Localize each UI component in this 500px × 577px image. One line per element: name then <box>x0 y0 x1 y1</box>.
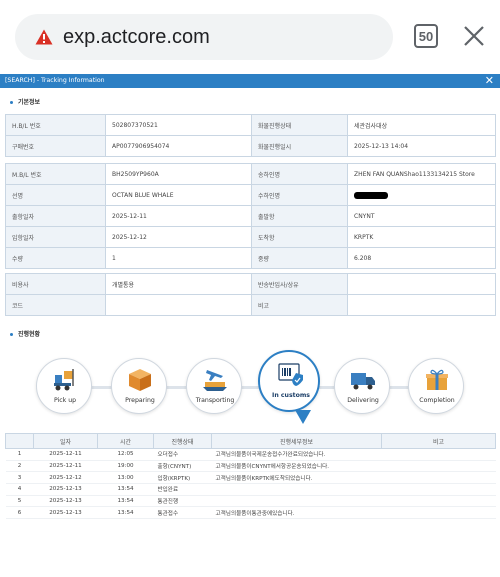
table-row: 2 2025-12-11 19:00 출항(CNYNT) 고객님의물품이CNYN… <box>5 460 496 473</box>
table-row: 수량 1 중량 6.208 <box>5 247 496 269</box>
tab-switcher-button[interactable]: 50 <box>414 24 438 48</box>
step-preparing: Preparing <box>111 358 167 414</box>
redacted-block <box>354 191 388 199</box>
step-transporting: Transporting <box>186 358 242 414</box>
popup-title-bar: [SEARCH] - Tracking Information ✕ <box>0 74 500 88</box>
step-label: In customs <box>272 392 310 399</box>
table-row: 선명 OCTAN BLUE WHALE 수하인명 <box>5 184 496 206</box>
tracking-table: 일자 시간 진행상태 진행세부정보 비고 1 2025-12-11 12:05 … <box>5 433 496 520</box>
table-row: 3 2025-12-12 13:00 입항(KRPTK) 고객님의물품이KRPT… <box>5 471 496 485</box>
step-completion: Completion <box>408 358 464 414</box>
info-table-2: M.B/L 번호 BH2509YP960A 송하인명 ZHEN FAN QUAN… <box>5 163 496 269</box>
url-text[interactable]: exp.actcore.com <box>63 26 210 49</box>
plane-ship-icon <box>203 370 227 391</box>
table-row: 5 2025-12-13 13:54 통관진행 <box>5 495 496 508</box>
bullet-icon <box>10 333 13 336</box>
close-icon[interactable] <box>462 24 486 48</box>
step-label: Delivering <box>347 397 379 404</box>
step-label: Pick up <box>53 397 77 404</box>
table-header-row: 일자 시간 진행상태 진행세부정보 비고 <box>5 433 496 449</box>
current-step-pin-icon <box>295 410 311 424</box>
table-row: 4 2025-12-13 13:54 반입완료 <box>5 483 496 496</box>
gift-icon <box>426 369 448 390</box>
info-table-1: H.B/L 번호 502807370521 화물진행상태 세관검사대상 구매번호… <box>5 114 496 157</box>
address-bar[interactable]: exp.actcore.com <box>15 14 393 60</box>
table-row: 6 2025-12-13 13:54 통관접수 고객님의물품이통관중에있습니다. <box>5 506 496 520</box>
table-row: 구매번호 AP0077906954074 화물진행일시 2025-12-13 1… <box>5 135 496 157</box>
info-table-3: 비용사 개별통용 반송반입사/상유 코드 비고 <box>5 273 496 316</box>
table-row: 입항일자 2025-12-12 도착항 KRPTK <box>5 226 496 248</box>
customs-document-icon <box>278 363 303 386</box>
table-row: 코드 비고 <box>5 294 496 316</box>
section-title-progress: 진행현황 <box>10 329 40 338</box>
table-row: 비용사 개별통용 반송반입사/상유 <box>5 273 496 295</box>
section-title-basic: 기본정보 <box>10 97 40 106</box>
browser-toolbar: exp.actcore.com 50 <box>0 0 500 72</box>
step-in-customs: In customs <box>258 350 320 412</box>
forklift-icon <box>54 369 74 391</box>
step-label: Transporting <box>195 397 235 404</box>
truck-icon <box>351 373 375 390</box>
bullet-icon <box>10 101 13 104</box>
table-row: 1 2025-12-11 12:05 오더접수 고객님의물품이국제운송접수가완료… <box>5 448 496 461</box>
not-secure-warning-icon[interactable] <box>35 29 53 45</box>
table-row: 출항일자 2025-12-11 출발항 CNYNT <box>5 205 496 227</box>
popup-title: [SEARCH] - Tracking Information <box>5 77 105 84</box>
step-label: Preparing <box>125 397 155 404</box>
table-row: H.B/L 번호 502807370521 화물진행상태 세관검사대상 <box>5 114 496 136</box>
step-delivering: Delivering <box>334 358 390 414</box>
table-row: M.B/L 번호 BH2509YP960A 송하인명 ZHEN FAN QUAN… <box>5 163 496 185</box>
step-pick-up: Pick up <box>36 358 92 414</box>
box-icon <box>129 369 151 391</box>
popup-close-button[interactable]: ✕ <box>485 74 494 88</box>
step-label: Completion <box>419 397 455 404</box>
